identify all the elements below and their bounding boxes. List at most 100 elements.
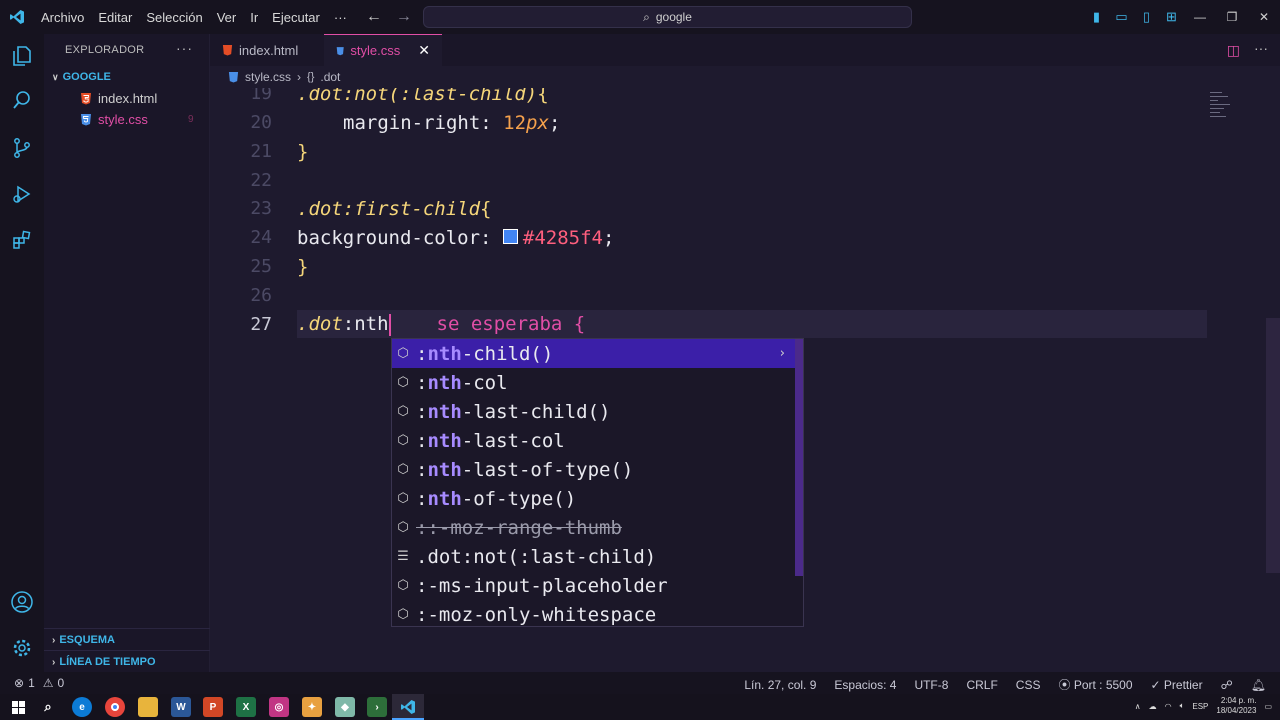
account-icon[interactable] — [0, 580, 44, 624]
suggestion-item[interactable]: ⬡ :nth-last-of-type() — [392, 455, 795, 484]
menu-ver[interactable]: Ver — [210, 10, 244, 25]
code-line: 24 background-color: #4285f4; — [210, 223, 1210, 252]
menu-ejecutar[interactable]: Ejecutar — [265, 10, 327, 25]
encoding[interactable]: UTF-8 — [914, 678, 948, 692]
source-control-icon[interactable] — [0, 126, 44, 170]
editor-more-actions-icon[interactable]: ··· — [1254, 40, 1268, 56]
cloud-icon[interactable]: ☁ — [1149, 702, 1157, 711]
suggestion-item[interactable]: ⬡ :nth-col — [392, 368, 795, 397]
volume-icon[interactable]: 🔈︎ — [1180, 701, 1185, 711]
suggestion-item[interactable]: ⬡ :-moz-only-whitespace — [392, 600, 795, 629]
clock[interactable]: 2:04 p. m. 18/04/2023 — [1216, 696, 1256, 716]
chevron-right-icon[interactable]: › — [780, 346, 785, 361]
windows-start-icon[interactable] — [8, 697, 28, 717]
explorer-icon[interactable] — [0, 34, 44, 78]
extensions-icon[interactable] — [0, 218, 44, 262]
notifications-bell-icon[interactable]: 🔔︎ — [1251, 678, 1266, 692]
menu-archivo[interactable]: Archivo — [34, 10, 91, 25]
suggestion-item[interactable]: ⬡ :nth-last-child() — [392, 397, 795, 426]
menu-editar[interactable]: Editar — [91, 10, 139, 25]
wifi-icon[interactable]: ◠ — [1165, 702, 1172, 711]
toggle-panel-icon[interactable]: ▭ — [1109, 9, 1134, 25]
error-hint-text: se esperaba { — [436, 313, 586, 336]
menu-seleccion[interactable]: Selección — [139, 10, 209, 25]
vscode-taskbar-icon[interactable] — [398, 697, 418, 717]
tab-index-html[interactable]: index.html — [210, 34, 324, 66]
indentation[interactable]: Espacios: 4 — [834, 678, 896, 692]
code-line: 26 — [210, 281, 1210, 310]
html-file-icon — [81, 93, 91, 105]
powerpoint-icon[interactable]: P — [203, 697, 223, 717]
status-bar: ⊗ 1 ⚠ 0 Lín. 27, col. 9 Espacios: 4 UTF-… — [0, 672, 1280, 694]
close-tab-icon[interactable]: ✕ — [418, 42, 430, 59]
cursor-position[interactable]: Lín. 27, col. 9 — [744, 678, 816, 692]
file-index-html[interactable]: index.html — [80, 91, 157, 106]
chevron-up-icon[interactable]: ∧ — [1135, 702, 1141, 711]
breadcrumb-file[interactable]: style.css — [245, 70, 291, 84]
suggestion-item[interactable]: ⬡ :nth-last-col — [392, 426, 795, 455]
prettier-status[interactable]: ✓ Prettier — [1151, 678, 1203, 692]
excel-icon[interactable]: X — [236, 697, 256, 717]
app-icon[interactable]: ◆ — [335, 697, 355, 717]
line-number: 27 — [250, 314, 272, 335]
command-center-search[interactable]: ⌕ google — [423, 6, 912, 28]
settings-gear-icon[interactable] — [0, 626, 44, 670]
color-swatch[interactable] — [502, 228, 518, 244]
menu-ir[interactable]: Ir — [243, 10, 265, 25]
title-bar: Archivo Editar Selección Ver Ir Ejecutar… — [0, 0, 1280, 34]
close-window-button[interactable]: ✕ — [1248, 10, 1280, 24]
app-icon[interactable]: ✦ — [302, 697, 322, 717]
file-style-css[interactable]: style.css 9 — [80, 112, 194, 127]
restore-button[interactable]: ❐ — [1216, 10, 1248, 24]
suggestion-item[interactable]: ⬡ :-ms-input-placeholder — [392, 571, 795, 600]
autocomplete-widget: ⬡ :nth-child() › ⬡ :nth-col ⬡ :nth-last-… — [391, 338, 804, 627]
tab-style-css[interactable]: style.css ✕ — [324, 34, 442, 66]
terminal-icon[interactable]: › — [367, 697, 387, 717]
code-line: 23 .dot:first-child{ — [210, 194, 1210, 223]
suggestion-item-deprecated[interactable]: ⬡ ::-moz-range-thumb — [392, 513, 795, 542]
minimap[interactable] — [1210, 92, 1240, 122]
back-arrow-icon[interactable]: ← — [366, 8, 382, 26]
edge-icon[interactable]: e — [72, 697, 92, 717]
instagram-icon[interactable]: ◎ — [269, 697, 289, 717]
menu-more[interactable]: ··· — [327, 10, 354, 25]
suggestion-match: nth — [427, 400, 462, 423]
search-icon[interactable] — [0, 78, 44, 122]
taskbar-search-icon[interactable]: ⌕ — [38, 697, 58, 717]
feedback-icon[interactable]: ☍ — [1221, 678, 1233, 692]
suggestion-match: nth — [427, 371, 462, 394]
timeline-section[interactable]: › LÍNEA DE TIEMPO — [52, 656, 156, 668]
language-mode[interactable]: CSS — [1016, 678, 1041, 692]
suggestion-scrollbar[interactable] — [795, 339, 803, 576]
suggestion-item-snippet[interactable]: ☰ .dot:not(:last-child) — [392, 542, 795, 571]
word-icon[interactable]: W — [171, 697, 191, 717]
outline-section[interactable]: › ESQUEMA — [52, 634, 115, 646]
double-check-icon: ✓ — [1150, 677, 1164, 692]
run-debug-icon[interactable] — [0, 172, 44, 216]
text-cursor — [388, 313, 391, 336]
minimize-button[interactable]: — — [1184, 10, 1216, 24]
split-editor-icon[interactable]: ◫ — [1227, 42, 1240, 59]
end-of-line[interactable]: CRLF — [966, 678, 997, 692]
suggestion-rest: -last-of-type() — [461, 458, 634, 481]
chrome-icon[interactable] — [105, 697, 125, 717]
folder-google[interactable]: ∨ GOOGLE — [52, 71, 111, 83]
live-server-port[interactable]: ⦿ Port : 5500 — [1058, 676, 1132, 693]
input-language[interactable]: ESP — [1192, 702, 1208, 711]
problems-indicator[interactable]: ⊗ 1 ⚠ 0 — [14, 676, 64, 690]
toggle-primary-sidebar-icon[interactable]: ▮ — [1084, 9, 1109, 25]
more-actions-icon[interactable]: ··· — [176, 40, 193, 56]
timeline-label: LÍNEA DE TIEMPO — [59, 656, 156, 668]
notification-center-icon[interactable]: ▭ — [1264, 702, 1272, 711]
file-explorer-icon[interactable] — [138, 697, 158, 717]
toggle-secondary-sidebar-icon[interactable]: ▯ — [1134, 9, 1159, 25]
vertical-scrollbar[interactable] — [1266, 318, 1280, 573]
breadcrumb-symbol[interactable]: .dot — [320, 70, 340, 84]
suggestion-item[interactable]: ⬡ :nth-child() › — [392, 339, 795, 368]
folder-label: GOOGLE — [62, 71, 111, 83]
forward-arrow-icon[interactable]: → — [396, 8, 412, 26]
customize-layout-icon[interactable]: ⊞ — [1159, 9, 1184, 25]
suggestion-item[interactable]: ⬡ :nth-of-type() — [392, 484, 795, 513]
explorer-sidebar: EXPLORADOR ··· ∨ GOOGLE index.html style… — [44, 34, 210, 672]
explorer-title: EXPLORADOR — [65, 44, 145, 56]
